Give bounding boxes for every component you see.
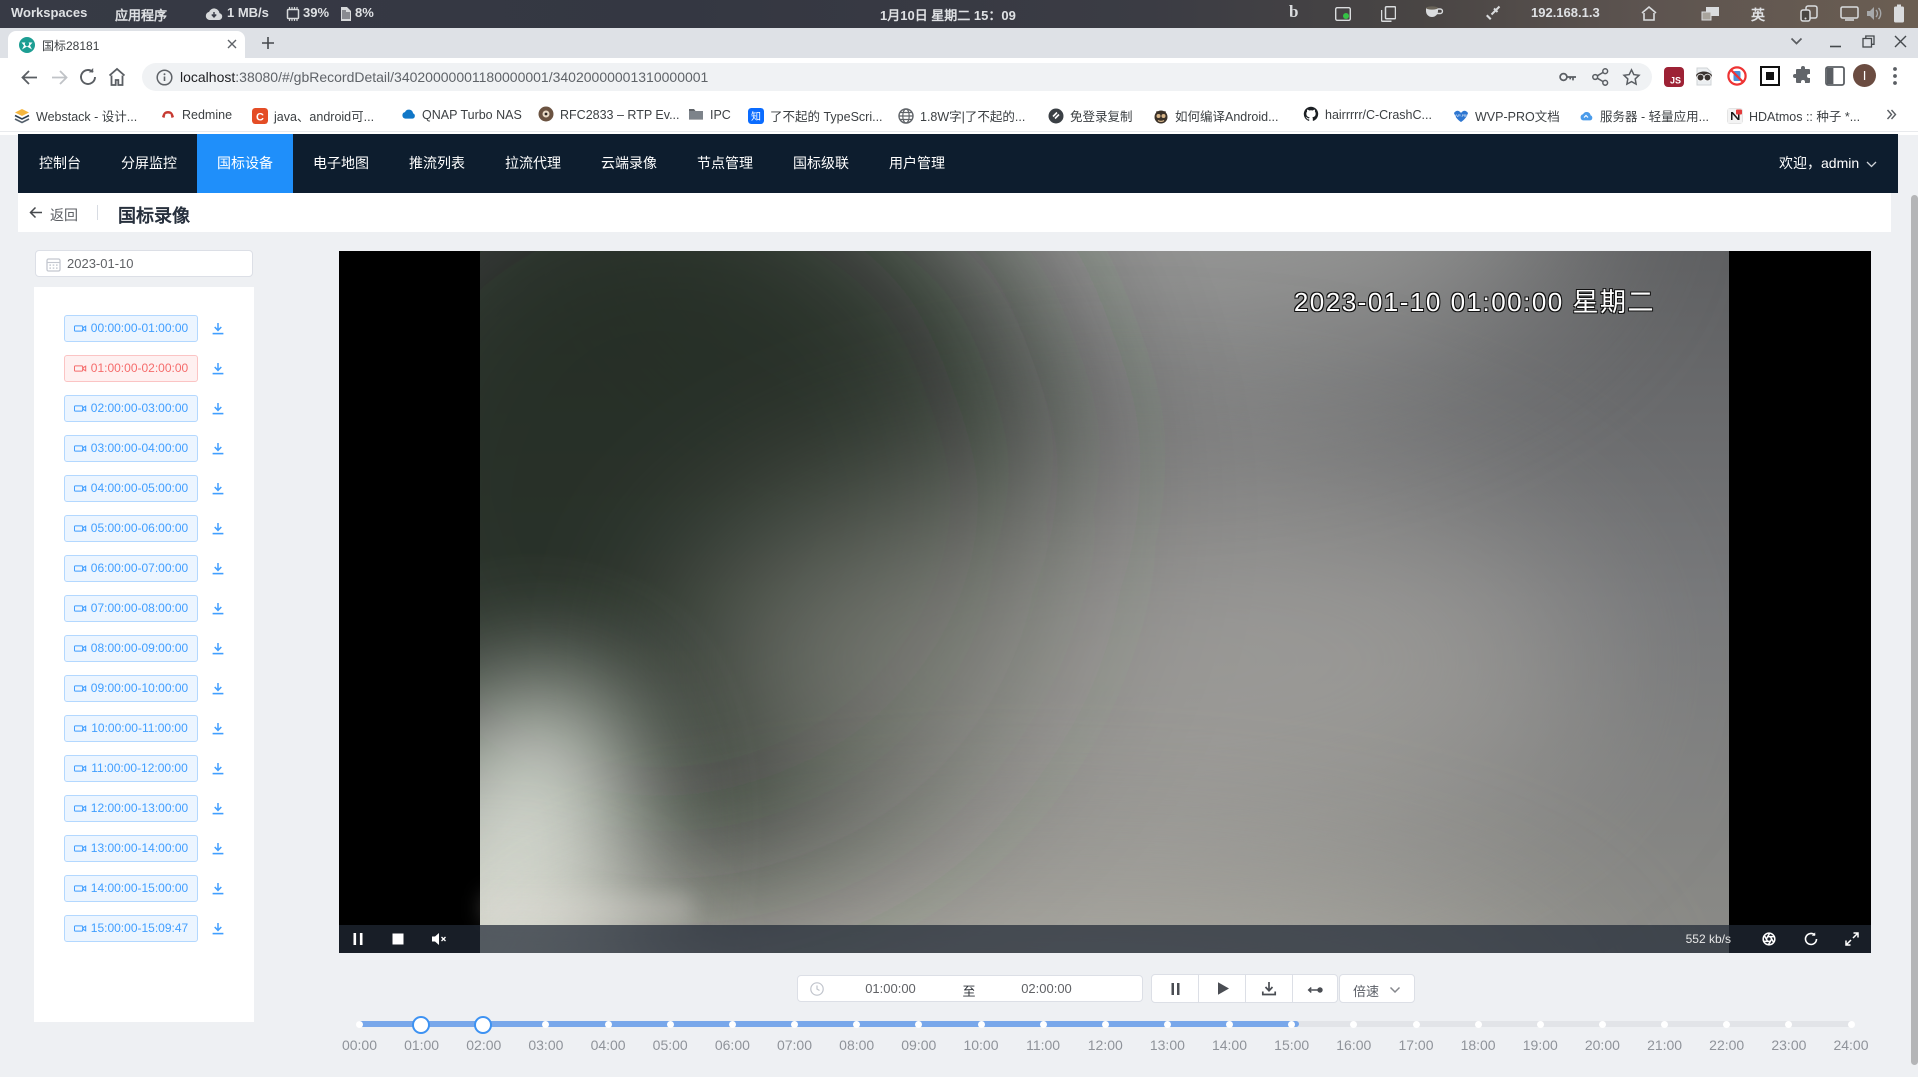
svg-text:知: 知 bbox=[751, 110, 761, 123]
svg-text:C: C bbox=[256, 112, 264, 124]
svg-text:WVP-PRO: WVP-PRO bbox=[1453, 114, 1469, 118]
svg-text:JS: JS bbox=[1670, 76, 1681, 86]
